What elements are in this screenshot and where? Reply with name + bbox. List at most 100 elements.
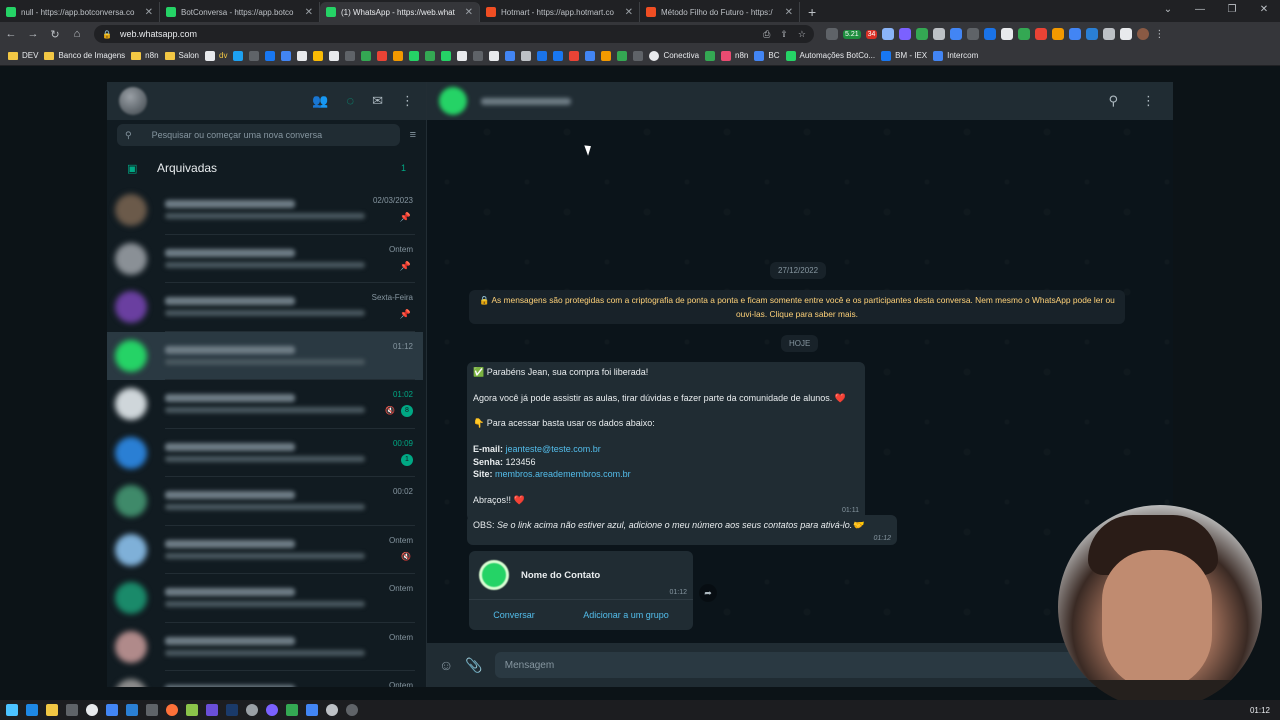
browser-tab[interactable]: BotConversa - https://app.botco ✕ xyxy=(160,2,320,22)
app-icon[interactable] xyxy=(66,704,78,716)
extension-icon[interactable] xyxy=(1052,28,1065,40)
chat-list-item[interactable]: 01:02 8 🔇 xyxy=(107,380,423,429)
bookmark-icon[interactable] xyxy=(601,50,612,61)
bookmark-bc[interactable]: BC xyxy=(754,50,780,61)
encryption-notice[interactable]: 🔒 As mensagens são protegidas com a crip… xyxy=(469,290,1125,324)
bookmark-dv[interactable]: dv xyxy=(205,50,227,61)
message-contact-button[interactable]: Conversar xyxy=(493,610,535,620)
firefox-icon[interactable] xyxy=(166,704,178,716)
my-avatar[interactable] xyxy=(119,87,147,115)
bookmark-icon[interactable] xyxy=(489,50,500,61)
bookmark-icon[interactable] xyxy=(585,50,596,61)
bookmark-icon[interactable] xyxy=(265,50,276,61)
bookmark-icon[interactable] xyxy=(441,50,452,61)
share-icon[interactable]: ⇪ xyxy=(780,29,788,40)
address-bar[interactable]: 🔒 web.whatsapp.com ⎙ ⇪ ☆ xyxy=(94,25,814,43)
bookmark-icon[interactable] xyxy=(633,50,644,61)
extension-icon[interactable] xyxy=(916,28,929,40)
home-icon[interactable]: ⌂ xyxy=(66,28,88,40)
bookmark-icon[interactable] xyxy=(281,50,292,61)
extension-icon[interactable] xyxy=(1018,28,1031,40)
bookmark-icon[interactable] xyxy=(457,50,468,61)
bookmark-icon[interactable] xyxy=(705,50,716,61)
tab-close-icon[interactable]: ✕ xyxy=(785,7,793,18)
bookmark-icon[interactable] xyxy=(329,50,340,61)
bookmark-conectiva[interactable]: Conectiva xyxy=(649,50,699,61)
chat-list-item[interactable]: 02/03/2023 📌 xyxy=(107,186,423,235)
chat-list-item[interactable]: Ontem xyxy=(107,574,423,623)
bookmark-icon[interactable] xyxy=(505,50,516,61)
sidebar-icon[interactable] xyxy=(1120,28,1133,40)
app-icon[interactable] xyxy=(306,704,318,716)
bookmark-folder-salon[interactable]: Salon xyxy=(164,51,199,60)
chat-list-item[interactable]: 01:12 xyxy=(107,331,423,380)
chat-list-item[interactable]: Sexta-Feira 📌 xyxy=(107,283,423,332)
extension-icon[interactable] xyxy=(967,28,980,40)
app-icon[interactable] xyxy=(206,704,218,716)
chat-list-item[interactable]: 00:02 xyxy=(107,477,423,526)
emoji-icon[interactable]: ☺ xyxy=(439,657,453,673)
extension-icon[interactable] xyxy=(1069,28,1082,40)
attach-icon[interactable]: 📎 xyxy=(465,657,482,674)
app-icon[interactable] xyxy=(226,704,238,716)
browser-tab[interactable]: null - https://app.botconversa.co ✕ xyxy=(0,2,160,22)
search-icon[interactable]: ⚲ xyxy=(1108,93,1118,109)
contact-card-header[interactable]: Nome do Contato 01:12 xyxy=(469,551,693,600)
tab-close-icon[interactable]: ✕ xyxy=(625,7,633,18)
communities-icon[interactable]: 👥 xyxy=(312,93,328,109)
app-icon[interactable] xyxy=(326,704,338,716)
extension-icon[interactable] xyxy=(1035,28,1048,40)
tab-close-icon[interactable]: ✕ xyxy=(305,7,313,18)
chevron-down-icon[interactable]: ⌄ xyxy=(1152,0,1184,20)
more-menu-icon[interactable]: ⋮ xyxy=(1154,29,1164,40)
chat-list-item[interactable]: 00:09 1 xyxy=(107,429,423,477)
bookmark-icon[interactable] xyxy=(617,50,628,61)
extension-icon[interactable] xyxy=(1086,28,1099,40)
bookmark-icon[interactable] xyxy=(249,50,260,61)
bookmark-icon[interactable] xyxy=(537,50,548,61)
site-link[interactable]: membros.areademembros.com.br xyxy=(495,469,631,479)
bookmark-bm-iex[interactable]: BM - IEX xyxy=(881,50,927,61)
back-icon[interactable]: ← xyxy=(0,28,22,40)
bookmark-icon[interactable] xyxy=(393,50,404,61)
extension-icon[interactable] xyxy=(1001,28,1014,40)
edge-icon[interactable] xyxy=(26,704,38,716)
chat-list-item[interactable]: Ontem xyxy=(107,671,423,687)
bookmark-folder-n8n[interactable]: n8n xyxy=(131,51,159,60)
bookmark-icon[interactable] xyxy=(361,50,372,61)
bookmark-icon[interactable] xyxy=(345,50,356,61)
windows-start-icon[interactable] xyxy=(6,704,18,716)
extension-icon[interactable] xyxy=(899,28,912,40)
chat-list-item[interactable]: Ontem 📌 xyxy=(107,235,423,283)
forward-icon[interactable]: ➦ xyxy=(699,584,717,602)
extension-badge[interactable]: 5.21 xyxy=(843,29,861,39)
lock-icon[interactable]: 🔒 xyxy=(102,30,112,39)
status-icon[interactable]: ◌ xyxy=(346,93,354,109)
app-icon[interactable] xyxy=(126,704,138,716)
filter-icon[interactable]: ≡ xyxy=(410,129,416,141)
bookmark-icon[interactable] xyxy=(297,50,308,61)
chat-list-item[interactable]: Ontem 🔇 xyxy=(107,526,423,574)
tab-close-icon[interactable]: ✕ xyxy=(145,7,153,18)
bookmark-star-icon[interactable]: ☆ xyxy=(798,29,806,40)
app-icon[interactable] xyxy=(286,704,298,716)
chrome-icon[interactable] xyxy=(86,704,98,716)
message-input[interactable] xyxy=(494,652,1161,678)
contact-avatar[interactable] xyxy=(439,87,467,115)
bookmark-intercom[interactable]: Intercom xyxy=(933,50,978,61)
browser-tab[interactable]: Hotmart - https://app.hotmart.co ✕ xyxy=(480,2,640,22)
bookmark-icon[interactable] xyxy=(473,50,484,61)
close-icon[interactable]: ✕ xyxy=(1248,0,1280,20)
bookmark-icon[interactable] xyxy=(569,50,580,61)
conversation-header[interactable]: ⚲ ⋮ xyxy=(427,82,1173,120)
bookmark-icon[interactable] xyxy=(425,50,436,61)
email-link[interactable]: jeanteste@teste.com.br xyxy=(506,444,601,454)
extension-icon[interactable] xyxy=(826,28,838,40)
bookmark-automacoes[interactable]: Automações BotCo... xyxy=(785,50,875,61)
search-input[interactable]: Pesquisar ou começar uma nova conversa xyxy=(152,130,323,140)
bookmark-icon[interactable] xyxy=(409,50,420,61)
file-explorer-icon[interactable] xyxy=(46,704,58,716)
app-icon[interactable] xyxy=(106,704,118,716)
bookmark-folder-dev[interactable]: DEV xyxy=(8,51,38,60)
app-icon[interactable] xyxy=(266,704,278,716)
